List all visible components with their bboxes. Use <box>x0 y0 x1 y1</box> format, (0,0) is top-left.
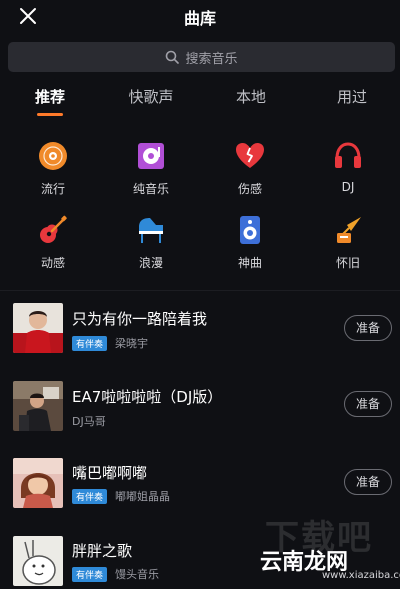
song-cover <box>13 536 63 586</box>
search-icon <box>166 50 180 64</box>
watermark-url: www.xiazaiba.com <box>322 570 400 581</box>
accompaniment-badge: 有伴奏 <box>72 335 108 351</box>
prepare-button[interactable]: 准备 <box>344 391 392 417</box>
album-art-image <box>13 303 63 353</box>
accompaniment-badge: 有伴奏 <box>72 566 108 582</box>
prepare-button[interactable]: 准备 <box>344 315 392 341</box>
tab-label: 推荐 <box>34 88 65 106</box>
genre-label: DJ <box>341 180 355 194</box>
page-title: 曲库 <box>183 9 216 28</box>
album-art-image <box>13 458 63 508</box>
song-artist: 嘟嘟姐晶晶 <box>115 490 171 503</box>
genre-label: 动感 <box>40 256 65 270</box>
album-art-image <box>13 381 63 431</box>
song-title: EA7啦啦啦啦（DJ版） <box>72 388 223 406</box>
album-art-image <box>13 536 63 586</box>
genre-sad[interactable]: 伤感 <box>215 141 285 197</box>
genre-label: 伤感 <box>237 182 262 196</box>
genre-dj[interactable]: DJ <box>313 141 383 194</box>
genre-nostalgia[interactable]: 怀旧 <box>313 215 383 271</box>
song-title: 只为有你一路陪着我 <box>72 310 208 328</box>
tab-kuaigesheng[interactable]: 快歌声 <box>111 86 191 107</box>
genre-pure-music[interactable]: 纯音乐 <box>116 141 186 197</box>
tab-label: 本地 <box>235 88 266 106</box>
tab-bar: 推荐 快歌声 本地 用过 <box>0 86 400 122</box>
song-cover <box>13 303 63 353</box>
prepare-button[interactable]: 准备 <box>344 469 392 495</box>
tab-label: 用过 <box>336 88 367 106</box>
song-meta: 有伴奏 馒头音乐 <box>72 566 159 582</box>
accompaniment-badge: 有伴奏 <box>72 488 108 504</box>
song-cover <box>13 458 63 508</box>
genre-label: 纯音乐 <box>132 182 169 196</box>
headphones-icon <box>335 142 361 168</box>
music-album-icon <box>138 143 164 169</box>
genre-label: 神曲 <box>237 256 262 270</box>
search-placeholder: 搜索音乐 <box>185 51 238 67</box>
genre-dynamic[interactable]: 动感 <box>18 215 88 271</box>
tab-recommend[interactable]: 推荐 <box>10 86 90 116</box>
tab-active-indicator <box>37 113 63 116</box>
song-title: 嘴巴嘟啊嘟 <box>72 464 148 482</box>
genre-grid: 流行 纯音乐 伤感 DJ 动感 浪漫 神曲 怀旧 <box>0 136 400 286</box>
song-artist: DJ马哥 <box>72 415 106 428</box>
song-artist: 梁晓宇 <box>115 337 149 350</box>
genre-romantic[interactable]: 浪漫 <box>116 215 186 271</box>
genre-label: 流行 <box>40 182 65 196</box>
watermark: 下载吧 云南龙网 www.xiazaiba.com <box>260 510 400 589</box>
song-meta: DJ马哥 <box>72 413 106 429</box>
song-row[interactable]: 只为有你一路陪着我 有伴奏 梁晓宇 准备 <box>0 293 400 371</box>
genre-hit[interactable]: 神曲 <box>215 215 285 271</box>
genre-label: 怀旧 <box>335 256 360 270</box>
song-cover <box>13 381 63 431</box>
song-title: 胖胖之歌 <box>72 542 133 560</box>
gramophone-icon <box>337 217 361 243</box>
song-meta: 有伴奏 梁晓宇 <box>72 335 148 351</box>
tab-label: 快歌声 <box>128 88 174 106</box>
piano-icon <box>139 218 163 243</box>
section-divider <box>0 290 400 291</box>
tab-used[interactable]: 用过 <box>312 86 392 107</box>
broken-heart-icon <box>236 143 264 168</box>
song-row[interactable]: EA7啦啦啦啦（DJ版） DJ马哥 准备 <box>0 371 400 449</box>
record-disc-icon <box>39 142 67 170</box>
song-artist: 馒头音乐 <box>115 568 160 581</box>
genre-pop[interactable]: 流行 <box>18 141 88 197</box>
search-input[interactable]: 搜索音乐 <box>8 42 395 72</box>
genre-label: 浪漫 <box>138 256 163 270</box>
song-meta: 有伴奏 嘟嘟姐晶晶 <box>72 488 170 504</box>
speaker-icon <box>240 216 260 244</box>
guitar-icon <box>40 215 67 243</box>
tab-local[interactable]: 本地 <box>211 86 291 107</box>
header: 曲库 <box>0 0 400 32</box>
